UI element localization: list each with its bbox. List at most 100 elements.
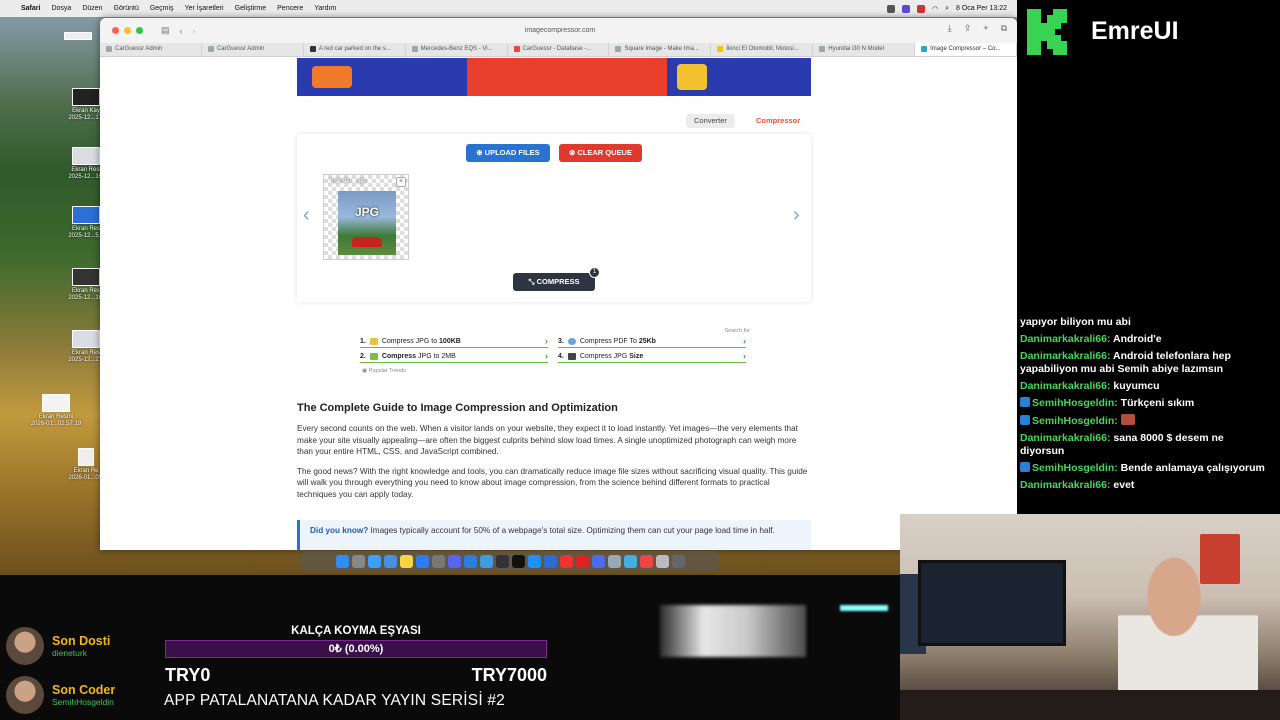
app-icon[interactable] [543,554,557,568]
launchpad-icon[interactable] [351,554,365,568]
forward-icon[interactable]: › [193,26,196,36]
app-icon[interactable] [463,554,477,568]
address-bar-url[interactable]: imagecompressor.com [525,27,595,34]
desktop-file[interactable]: Ekran Resmi 2026-01...02.57.19 [28,394,84,428]
app-icon[interactable] [479,554,493,568]
file-type-label: JPG [354,205,379,219]
menu-item[interactable]: Yer İşaretleri [185,5,224,12]
ad-link[interactable]: 3. Compress PDF To 25Kb › [558,335,746,348]
chat-message: Danimarkakrali66: sana 8000 $ desem ne d… [1020,432,1270,458]
favicon-icon [513,46,520,52]
screen-record-icon[interactable] [901,4,910,13]
browser-tab[interactable]: İkinci El Otomobil, Motosi... [711,43,814,56]
webcam-feed [900,514,1280,720]
chat-message: SemihHosgeldin: Bende anlamaya çalışıyor… [1020,462,1270,475]
tray-icon[interactable] [886,4,895,13]
app-icon[interactable] [623,554,637,568]
clear-queue-button[interactable]: ⊗ CLEAR QUEUE [559,144,642,162]
browser-tab[interactable]: Mercedes-Benz EQS - Vi... [406,43,508,56]
menu-bar: Safari Dosya Düzen Görüntü Geçmiş Yer İş… [0,0,1017,17]
ad-link[interactable]: 2. Compress JPG to 2MB › [360,350,548,363]
folder-icon[interactable] [607,554,621,568]
mail-icon[interactable] [383,554,397,568]
ad-number: 1. [360,337,366,345]
ad-banner[interactable] [297,58,811,96]
browser-tab[interactable]: Square Image - Make Ima... [609,43,712,56]
obs-icon[interactable] [495,554,509,568]
menu-item[interactable]: Dosya [51,5,71,12]
back-icon[interactable]: ‹ [180,26,183,36]
tab-compressor[interactable]: Compressor [748,114,808,128]
file-thumbnail[interactable]: hyundai....jpg × JPG [323,174,409,260]
desktop-file[interactable] [50,32,106,42]
compress-icon: ⤡ [528,277,537,286]
obs-icon[interactable] [916,4,925,13]
close-window-button[interactable] [112,27,119,34]
new-tab-icon[interactable]: + [983,23,988,34]
menu-item[interactable]: Görüntü [114,5,139,12]
chat-message: SemihHosgeldin: [1020,414,1270,428]
article-paragraph: Every second counts on the web. When a v… [297,424,798,456]
menu-item[interactable]: Geliştirme [235,5,267,12]
finder-icon[interactable] [335,554,349,568]
browser-tab[interactable]: CarGuessr Admin [202,43,304,56]
app-store-icon[interactable] [415,554,429,568]
browser-tab-active[interactable]: Image Compressor – Co... [915,43,1017,56]
tab-overview-icon[interactable]: ⧉ [1001,23,1007,34]
app-icon[interactable] [575,554,589,568]
tab-converter[interactable]: Converter [686,114,735,128]
chat-message: SemihHosgeldin: Türkçeni sıkım [1020,397,1270,410]
last-follower-name: dieneturk [52,648,87,658]
ad-link[interactable]: 4. Compress JPG Size › [558,350,746,363]
menu-app[interactable]: Safari [21,5,40,12]
downloads-icon[interactable] [655,554,669,568]
kick-logo-icon [1027,9,1067,55]
browser-tab[interactable]: Hyundai i30 N Model [813,43,916,56]
chevron-right-icon[interactable]: › [793,204,800,227]
upload-files-button[interactable]: ⊕ UPLOAD FILES [466,144,550,162]
browser-tab[interactable]: CarGuessr - Database -... [508,43,610,56]
wifi-icon[interactable]: ◠ [932,5,938,13]
notes-icon[interactable] [399,554,413,568]
menu-item[interactable]: Geçmiş [150,5,174,12]
menu-item[interactable]: Pencere [277,5,303,12]
search-icon[interactable]: ⌕ [945,5,949,13]
queue-count-badge: 1 [589,267,600,278]
remove-file-icon[interactable]: × [396,177,406,187]
safari-icon[interactable] [367,554,381,568]
chrome-icon[interactable] [559,554,573,568]
chat-username: SemihHosgeldin: [1032,397,1118,409]
zoom-window-button[interactable] [136,27,143,34]
browser-tab[interactable]: A red car parked on the s... [304,43,406,56]
browser-tab[interactable]: CarGuessr Admin [100,43,202,56]
menu-item[interactable]: Düzen [82,5,102,12]
download-icon[interactable]: ⤓ [948,23,952,34]
minimize-window-button[interactable] [124,27,131,34]
article: The Complete Guide to Image Compression … [297,402,811,508]
compress-button[interactable]: ⤡ COMPRESS [513,273,595,291]
app-icon[interactable] [591,554,605,568]
chevron-left-icon[interactable]: ‹ [303,204,310,227]
discord-icon[interactable] [447,554,461,568]
webcam-desk [900,690,1280,720]
trash-icon[interactable] [671,554,685,568]
goal-min: TRY0 [165,665,211,685]
settings-icon[interactable] [431,554,445,568]
banner-graphic [467,58,667,96]
sidebar-icon[interactable]: ▤ [161,25,170,36]
ad-link[interactable]: 1. Compress JPG to 100KB › [360,335,548,348]
user-badge-icon [1020,462,1030,472]
compressor-card: ⊕ UPLOAD FILES ⊗ CLEAR QUEUE ‹ hyundai..… [297,134,811,302]
dock [300,551,720,571]
address-bar[interactable]: imagecompressor.com [390,23,730,38]
app-icon[interactable] [639,554,653,568]
share-icon[interactable]: ⇪ [964,23,972,34]
browser-toolbar: ▤ ‹ › imagecompressor.com ⤓ ⇪ + ⧉ [100,18,1017,43]
web-page: Converter Compressor ⊕ UPLOAD FILES ⊗ CL… [100,58,1017,550]
tab-label: Image Compressor – Co... [930,46,1001,52]
terminal-icon[interactable] [511,554,525,568]
menu-item[interactable]: Yardım [314,5,336,12]
app-icon[interactable] [527,554,541,568]
menu-clock[interactable]: 8 Oca Per 13:22 [956,5,1007,12]
avatar [6,676,44,714]
